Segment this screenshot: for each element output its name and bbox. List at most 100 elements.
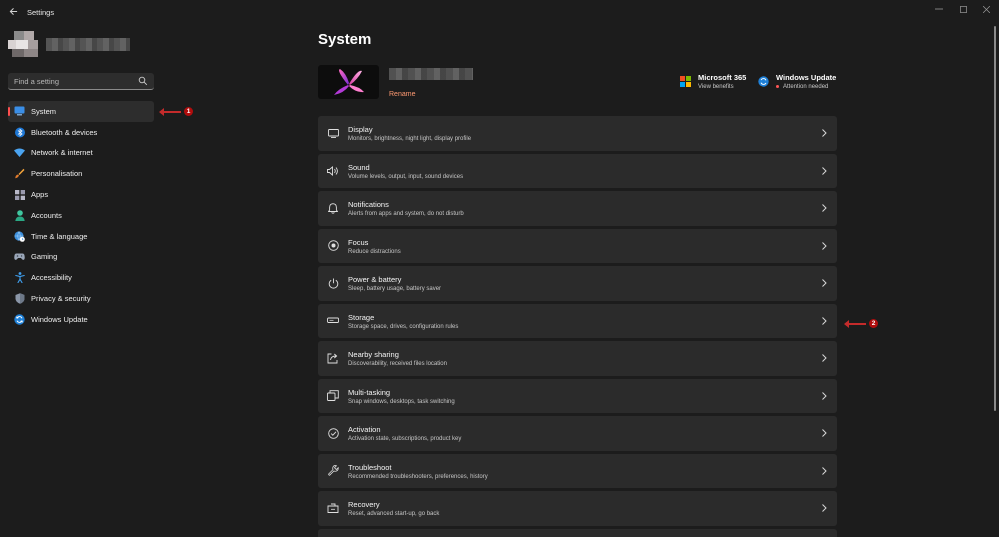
sidebar-item-label: Bluetooth & devices	[31, 127, 98, 137]
sidebar-item-label: Privacy & security	[31, 294, 91, 304]
settings-row-partial[interactable]	[318, 528, 837, 537]
multitask-icon	[327, 390, 339, 402]
recovery-icon	[327, 502, 339, 514]
display-icon	[327, 127, 339, 139]
monitor-icon	[14, 106, 25, 117]
settings-row-activation[interactable]: Activation Activation state, subscriptio…	[318, 416, 837, 451]
sidebar-item-label: Accounts	[31, 210, 62, 220]
chevron-right-icon	[822, 166, 827, 175]
rename-link[interactable]: Rename	[389, 91, 415, 98]
row-title: Troubleshoot	[348, 462, 392, 472]
sidebar-item-accounts[interactable]: Accounts	[8, 205, 154, 226]
row-title: Multi-tasking	[348, 387, 391, 397]
wrench-icon	[327, 465, 339, 477]
sidebar-item-gaming[interactable]: Gaming	[8, 247, 154, 268]
settings-row-display[interactable]: Display Monitors, brightness, night ligh…	[318, 116, 837, 151]
back-button[interactable]	[6, 6, 20, 20]
sidebar-item-bluetooth[interactable]: Bluetooth & devices	[8, 122, 154, 143]
windows-update-card[interactable]: Windows Update Attention needed	[758, 73, 838, 95]
maximize-icon	[959, 6, 967, 13]
row-title: Power & battery	[348, 275, 402, 284]
sidebar-item-apps[interactable]: Apps	[8, 184, 154, 205]
settings-row-storage[interactable]: Storage Storage space, drives, configura…	[318, 303, 837, 338]
bell-icon	[327, 202, 339, 214]
page-title: System	[318, 31, 372, 48]
sidebar-nav: System Bluetooth & devices Network & int…	[8, 101, 154, 330]
windows-update-status-text: Attention needed	[783, 84, 829, 90]
sidebar-item-privacy[interactable]: Privacy & security	[8, 288, 154, 309]
speaker-icon	[327, 165, 339, 177]
settings-row-recovery[interactable]: Recovery Reset, advanced start-up, go ba…	[318, 491, 837, 526]
title-bar: Settings	[0, 0, 999, 26]
row-subtitle: Discoverability, received files location	[348, 361, 447, 367]
brush-icon	[14, 168, 25, 179]
power-icon	[327, 277, 339, 289]
row-subtitle: Reduce distractions	[348, 248, 401, 255]
scrollbar[interactable]	[994, 26, 996, 411]
row-title: Storage	[348, 312, 375, 322]
minimize-icon	[935, 8, 943, 10]
sidebar-item-network[interactable]: Network & internet	[8, 143, 154, 164]
row-subtitle: Recommended troubleshooters, preferences…	[348, 473, 488, 480]
settings-list: Display Monitors, brightness, night ligh…	[318, 116, 837, 537]
wifi-icon	[14, 147, 25, 158]
windows-update-title: Windows Update	[776, 73, 837, 82]
chevron-right-icon	[822, 279, 827, 287]
row-subtitle: Activation state, subscriptions, product…	[348, 436, 462, 442]
row-title: Display	[348, 125, 373, 134]
annotation-arrow-1: 1	[159, 107, 193, 116]
row-title: Notifications	[348, 200, 389, 209]
search-box[interactable]	[8, 73, 154, 90]
chevron-right-icon	[822, 316, 827, 325]
microsoft-365-title: Microsoft 365	[698, 73, 747, 82]
annotation-line	[159, 107, 181, 116]
microsoft-logo-icon	[680, 76, 691, 87]
alert-dot-icon	[776, 84, 779, 88]
sidebar-item-label: Accessibility	[31, 273, 72, 283]
chevron-right-icon	[822, 354, 827, 362]
sidebar-item-personalisation[interactable]: Personalisation	[8, 163, 154, 184]
shield-icon	[14, 293, 25, 304]
profile-name-redacted	[46, 38, 130, 51]
microsoft-365-card[interactable]: Microsoft 365 View benefits	[680, 73, 750, 95]
person-icon	[14, 210, 25, 221]
sidebar-item-label: Time & language	[31, 231, 88, 241]
minimize-button[interactable]	[929, 4, 949, 18]
device-wallpaper-thumbnail	[318, 65, 379, 99]
sidebar-item-windows-update[interactable]: Windows Update	[8, 309, 154, 330]
settings-row-focus[interactable]: Focus Reduce distractions	[318, 228, 837, 263]
window-title: Settings	[27, 8, 55, 17]
row-title: Activation	[348, 425, 381, 434]
search-icon[interactable]	[138, 76, 148, 86]
search-input[interactable]	[14, 75, 134, 88]
arrow-left-icon	[9, 7, 17, 16]
row-subtitle: Storage space, drives, configuration rul…	[348, 323, 459, 330]
row-subtitle: Snap windows, desktops, task switching	[348, 398, 455, 405]
globe-clock-icon	[14, 231, 25, 242]
chevron-right-icon	[822, 504, 827, 512]
maximize-button[interactable]	[953, 4, 973, 18]
row-title: Focus	[348, 237, 369, 247]
sidebar-item-accessibility[interactable]: Accessibility	[8, 267, 154, 288]
settings-row-troubleshoot[interactable]: Troubleshoot Recommended troubleshooters…	[318, 453, 837, 488]
check-circle-icon	[327, 427, 339, 439]
sidebar-item-label: System	[31, 106, 57, 116]
settings-row-notifications[interactable]: Notifications Alerts from apps and syste…	[318, 191, 837, 226]
sidebar-item-system[interactable]: System	[8, 101, 154, 122]
row-title: Recovery	[348, 500, 380, 509]
settings-row-power-battery[interactable]: Power & battery Sleep, battery usage, ba…	[318, 266, 837, 301]
settings-row-sound[interactable]: Sound Volume levels, output, input, soun…	[318, 153, 837, 188]
annotation-number: 1	[184, 107, 193, 116]
chevron-right-icon	[822, 129, 827, 137]
row-subtitle: Monitors, brightness, night light, displ…	[348, 136, 472, 142]
row-subtitle: Alerts from apps and system, do not dist…	[348, 211, 464, 217]
settings-row-multitasking[interactable]: Multi-tasking Snap windows, desktops, ta…	[318, 378, 837, 413]
accessibility-icon	[14, 272, 25, 284]
sidebar-item-time-language[interactable]: Time & language	[8, 226, 154, 247]
apps-icon	[14, 189, 25, 200]
close-button[interactable]	[976, 4, 996, 18]
settings-row-nearby-sharing[interactable]: Nearby sharing Discoverability, received…	[318, 341, 837, 376]
avatar[interactable]	[8, 31, 42, 57]
update-icon	[758, 76, 769, 87]
row-subtitle: Reset, advanced start-up, go back	[348, 511, 440, 517]
